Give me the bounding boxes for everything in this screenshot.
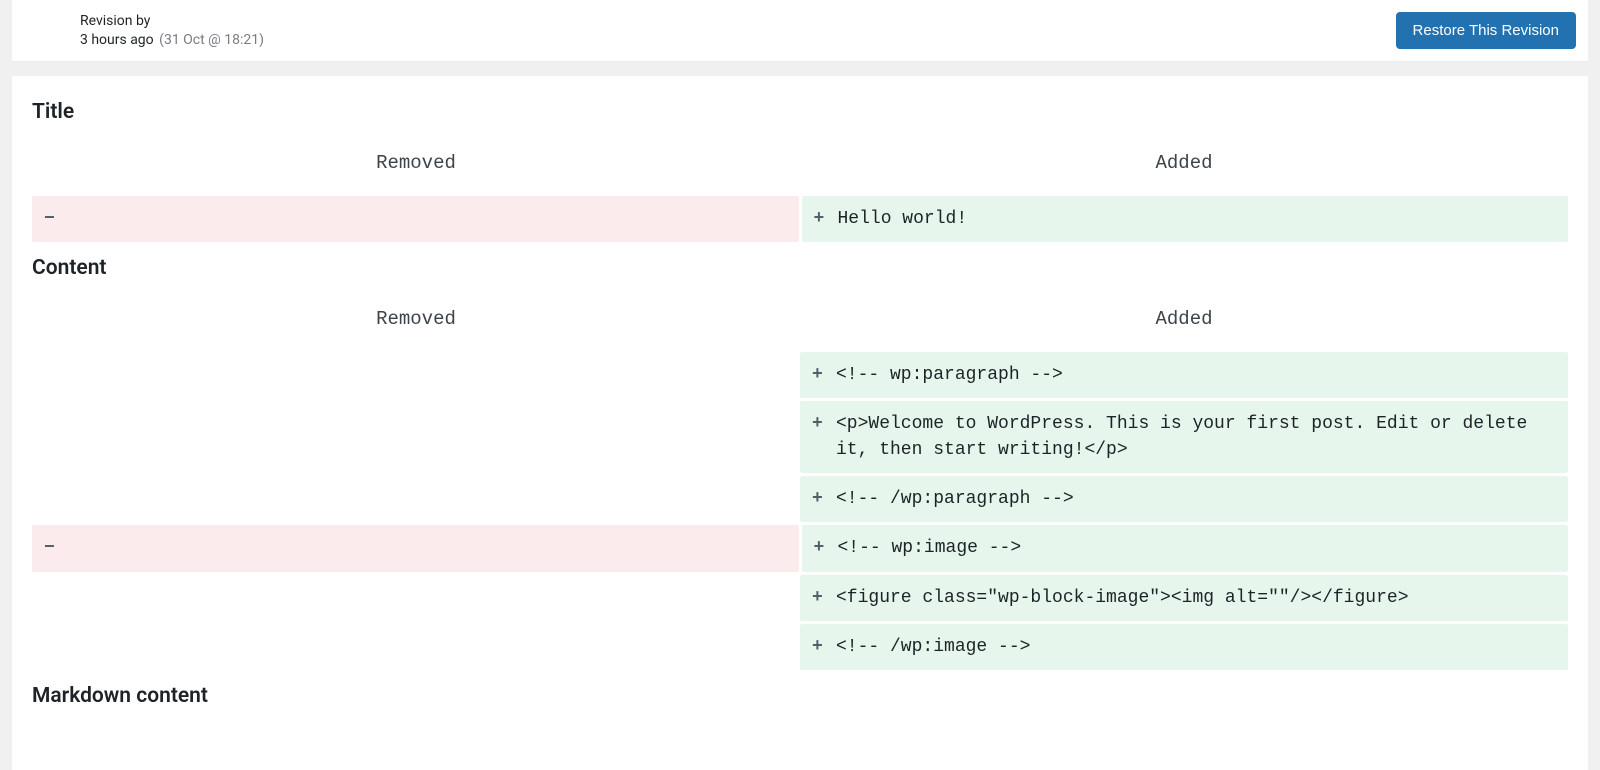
diff-section-title: Content (32, 256, 1568, 280)
revision-diff-card: TitleRemovedAdded−+Hello world!ContentRe… (12, 76, 1588, 770)
plus-icon: + (812, 411, 830, 437)
revision-compare-page: Revision by 3 hours ago (31 Oct @ 18:21)… (0, 0, 1600, 770)
diff-cell-added: +<!-- wp:paragraph --> (800, 352, 1568, 398)
diff-cell-added: +<!-- wp:image --> (802, 525, 1569, 571)
plus-icon: + (812, 585, 830, 611)
added-column-header: Added (800, 302, 1568, 344)
diff-row: +<p>Welcome to WordPress. This is your f… (32, 401, 1568, 473)
diff-cell-removed (32, 575, 800, 621)
revision-time-relative: 3 hours ago (80, 32, 154, 48)
diff-cell-removed (32, 352, 800, 398)
diff-cell-added: +<p>Welcome to WordPress. This is your f… (800, 401, 1568, 473)
diff-added-text: <!-- /wp:image --> (830, 634, 1030, 660)
revision-header: Revision by 3 hours ago (31 Oct @ 18:21)… (12, 0, 1588, 62)
plus-icon: + (814, 535, 832, 561)
diff-row: − +Hello world! (32, 196, 1568, 242)
removed-column-header: Removed (32, 146, 800, 188)
plus-icon: + (812, 634, 830, 660)
restore-revision-button[interactable]: Restore This Revision (1396, 12, 1576, 49)
revision-time: 3 hours ago (31 Oct @ 18:21) (80, 31, 264, 50)
diff-added-text: <p>Welcome to WordPress. This is your fi… (830, 411, 1556, 463)
diff-row: +<!-- /wp:paragraph --> (32, 476, 1568, 522)
diff-added-text: Hello world! (832, 206, 968, 232)
plus-icon: + (812, 362, 830, 388)
diff-column-headers: RemovedAdded (32, 302, 1568, 344)
revision-time-absolute: (31 Oct @ 18:21) (159, 32, 264, 48)
diff-cell-added: +Hello world! (802, 196, 1569, 242)
diff-column-headers: RemovedAdded (32, 146, 1568, 188)
minus-icon: − (44, 206, 62, 232)
revision-by-label: Revision by (80, 12, 264, 31)
diff-row: +<figure class="wp-block-image"><img alt… (32, 575, 1568, 621)
plus-icon: + (812, 486, 830, 512)
diff-cell-removed: − (32, 196, 799, 242)
diff-rows: +<!-- wp:paragraph -->+<p>Welcome to Wor… (32, 352, 1568, 670)
diff-row: +<!-- /wp:image --> (32, 624, 1568, 670)
diff-cell-removed (32, 476, 800, 522)
minus-icon: − (44, 535, 62, 561)
diff-cell-added: +<figure class="wp-block-image"><img alt… (800, 575, 1568, 621)
diff-section-title: Title (32, 100, 1568, 124)
diff-row: − +<!-- wp:image --> (32, 525, 1568, 571)
diff-added-text: <!-- wp:paragraph --> (830, 362, 1063, 388)
diff-added-text: <!-- wp:image --> (832, 535, 1022, 561)
diff-added-text: <figure class="wp-block-image"><img alt=… (830, 585, 1409, 611)
diff-row: +<!-- wp:paragraph --> (32, 352, 1568, 398)
diff-cell-removed (32, 401, 800, 473)
diff-cell-removed: − (32, 525, 799, 571)
removed-column-header: Removed (32, 302, 800, 344)
diff-rows: − +Hello world! (32, 196, 1568, 242)
diff-cell-removed (32, 624, 800, 670)
diff-cell-added: +<!-- /wp:image --> (800, 624, 1568, 670)
diff-section-title: Markdown content (32, 684, 1568, 708)
added-column-header: Added (800, 146, 1568, 188)
diff-cell-added: +<!-- /wp:paragraph --> (800, 476, 1568, 522)
revision-meta: Revision by 3 hours ago (31 Oct @ 18:21) (80, 12, 264, 50)
plus-icon: + (814, 206, 832, 232)
diff-added-text: <!-- /wp:paragraph --> (830, 486, 1074, 512)
